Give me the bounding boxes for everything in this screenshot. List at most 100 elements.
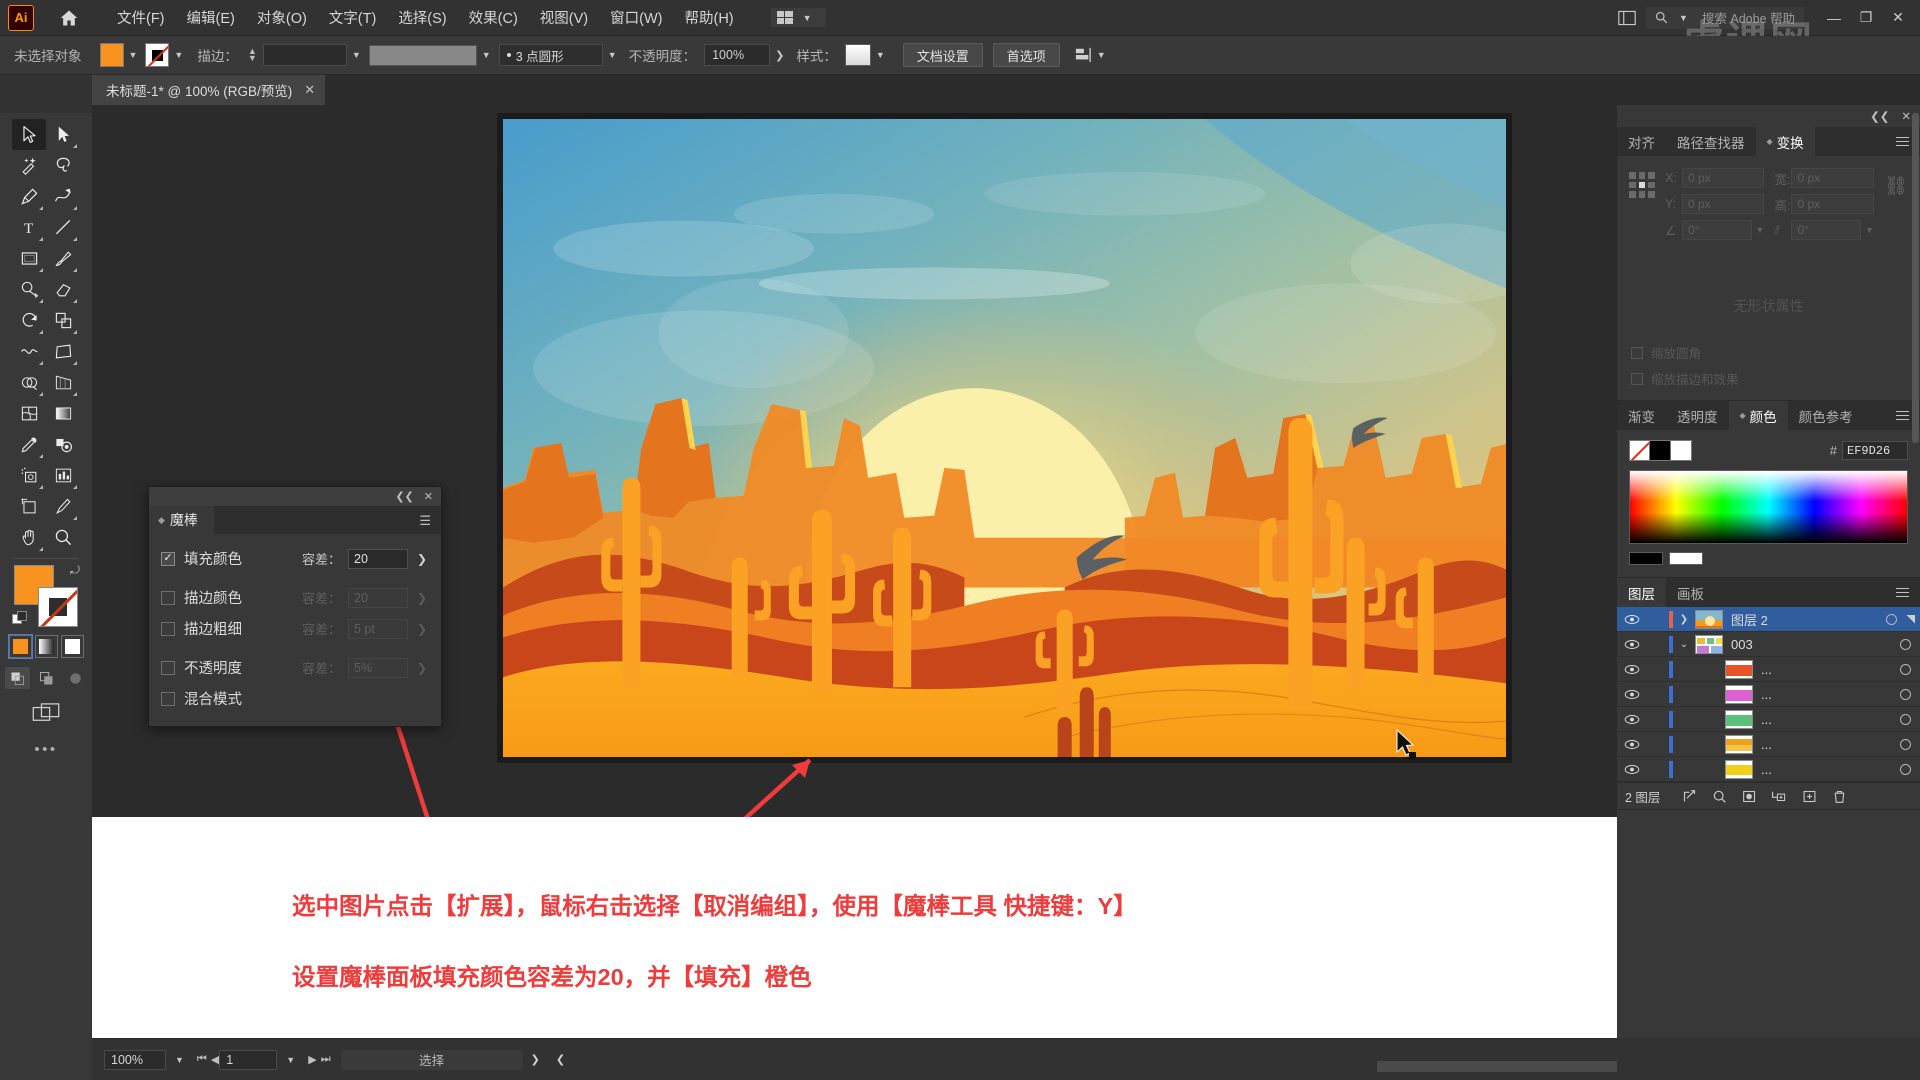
type-tool[interactable]: T	[12, 212, 46, 243]
reference-point-selector[interactable]	[1629, 172, 1655, 198]
stroke-weight-field[interactable]	[262, 44, 347, 66]
artboard[interactable]	[497, 113, 1512, 763]
document-tab[interactable]: 未标题-1* @ 100% (RGB/预览) ✕	[92, 75, 327, 105]
tab-magic-wand[interactable]: ◆ 魔棒	[149, 506, 214, 534]
next-artboard-button[interactable]: ▶	[308, 1053, 316, 1066]
eyedropper-tool[interactable]	[12, 429, 46, 460]
visibility-icon[interactable]	[1617, 664, 1647, 675]
menu-object[interactable]: 对象(O)	[246, 1, 318, 34]
stroke-color-swatch[interactable]	[145, 43, 170, 67]
chevron-down-icon[interactable]: ▼	[166, 1055, 193, 1065]
h-value[interactable]: 0 px	[1791, 194, 1874, 214]
restore-button[interactable]: ❐	[1850, 4, 1882, 32]
mw-row-stroke-color[interactable]: 描边颜色 容差： 20 ❯	[161, 582, 429, 613]
color-mode-button[interactable]	[7, 634, 33, 659]
prev-artboard-button[interactable]: ◀	[211, 1053, 219, 1066]
make-clipping-mask-icon[interactable]	[1734, 785, 1764, 807]
perspective-grid-tool[interactable]	[46, 367, 80, 398]
scale-corners-option[interactable]: 缩放圆角	[1631, 343, 1906, 362]
direct-selection-tool[interactable]	[46, 119, 80, 150]
expand-twisty-icon[interactable]: ❯	[1673, 614, 1695, 625]
object-name[interactable]: ...	[1761, 712, 1890, 727]
blend-tool[interactable]	[46, 429, 80, 460]
rotate-tool[interactable]	[12, 305, 46, 336]
menu-file[interactable]: 文件(F)	[106, 1, 176, 34]
mw-row-opacity[interactable]: 不透明度 容差： 5% ❯	[161, 652, 429, 683]
draw-behind-icon[interactable]	[34, 667, 59, 689]
toolbar-overflow-icon[interactable]: •••	[0, 741, 92, 758]
minimize-button[interactable]: —	[1818, 4, 1850, 32]
menu-type[interactable]: 文字(T)	[318, 1, 388, 34]
visibility-icon[interactable]	[1617, 614, 1647, 625]
stroke-tolerance-expand-icon[interactable]: ❯	[415, 591, 429, 605]
mesh-tool[interactable]	[12, 398, 46, 429]
draw-inside-icon[interactable]	[63, 667, 88, 689]
scale-strokes-option[interactable]: 缩放描边和效果	[1631, 369, 1906, 388]
opacity-tolerance-input[interactable]: 5%	[348, 657, 408, 678]
chevron-down-icon[interactable]: ▼	[129, 50, 138, 60]
blending-mode-checkbox[interactable]	[161, 691, 175, 706]
angle-value[interactable]: 0°	[1682, 220, 1752, 240]
tab-pathfinder[interactable]: 路径查找器	[1666, 127, 1756, 156]
weight-tolerance-input[interactable]: 5 pt	[348, 618, 408, 639]
status-text[interactable]: 选择	[340, 1049, 523, 1070]
chevron-down-icon[interactable]: ▼	[482, 50, 491, 60]
tab-transparency[interactable]: 透明度	[1666, 401, 1729, 430]
white-ramp-swatch[interactable]	[1669, 552, 1703, 565]
hex-input[interactable]: EF9D26	[1842, 441, 1908, 460]
layer-row-4[interactable]: ...	[1617, 707, 1920, 732]
tab-color-guide[interactable]: 颜色参考	[1788, 401, 1864, 430]
close-icon[interactable]: ✕	[304, 82, 315, 98]
w-value[interactable]: 0 px	[1791, 168, 1874, 188]
chevron-down-icon[interactable]: ▼	[876, 50, 885, 60]
y-value[interactable]: 0 px	[1682, 194, 1765, 214]
chevron-down-icon[interactable]: ▼	[1756, 225, 1765, 235]
color-spectrum[interactable]	[1629, 470, 1908, 544]
tab-artboards[interactable]: 画板	[1666, 578, 1715, 607]
fill-color-swatch[interactable]	[99, 43, 124, 67]
width-tool[interactable]	[12, 336, 46, 367]
document-setup-button[interactable]: 文档设置	[902, 43, 983, 67]
black-swatch[interactable]	[1650, 440, 1671, 461]
mw-row-stroke-weight[interactable]: 描边粗细 容差： 5 pt ❯	[161, 613, 429, 644]
draw-normal-icon[interactable]	[4, 667, 30, 689]
white-swatch[interactable]	[1671, 440, 1692, 461]
eraser-tool[interactable]	[46, 274, 80, 305]
tab-gradient[interactable]: 渐变	[1617, 401, 1666, 430]
symbol-sprayer-tool[interactable]	[12, 460, 46, 491]
curvature-tool[interactable]	[46, 181, 80, 212]
none-swatch[interactable]	[1629, 440, 1650, 461]
object-name[interactable]: ...	[1761, 737, 1890, 752]
tab-align[interactable]: 对齐	[1617, 127, 1666, 156]
tab-color[interactable]: ◆ 颜色	[1728, 401, 1788, 430]
visibility-icon[interactable]	[1617, 689, 1647, 700]
close-icon[interactable]: ✕	[424, 490, 433, 503]
canvas-horizontal-scrollbar[interactable]	[1377, 1061, 1617, 1072]
layer-row-3[interactable]: ...	[1617, 682, 1920, 707]
brush-definition-field[interactable]	[368, 44, 477, 66]
layer-row-5[interactable]: ...	[1617, 732, 1920, 757]
object-name[interactable]: ...	[1761, 762, 1890, 777]
find-layer-icon[interactable]	[1704, 785, 1734, 807]
paintbrush-tool[interactable]	[46, 243, 80, 274]
workspace-switcher[interactable]: ▼	[770, 8, 826, 27]
status-expand-icon[interactable]: ❯	[523, 1053, 548, 1066]
create-new-layer-icon[interactable]	[1794, 785, 1824, 807]
selection-tool[interactable]	[12, 119, 46, 150]
chevron-down-icon[interactable]: ▼	[352, 50, 361, 60]
stroke-color-checkbox[interactable]	[161, 590, 175, 605]
layer-name[interactable]: 图层 2	[1731, 610, 1876, 629]
gradient-mode-button[interactable]	[34, 635, 58, 658]
layer-row-6[interactable]: ...	[1617, 757, 1920, 782]
preferences-button[interactable]: 首选项	[992, 43, 1060, 67]
opacity-checkbox[interactable]	[161, 660, 175, 675]
close-button[interactable]: ✕	[1882, 4, 1914, 32]
layer-name[interactable]: 003	[1731, 637, 1890, 652]
line-segment-tool[interactable]	[46, 212, 80, 243]
opacity-field[interactable]: 100%	[704, 44, 771, 66]
canvas-vertical-scrollbar[interactable]	[1910, 105, 1920, 1038]
chevron-down-icon[interactable]: ▼	[174, 50, 183, 60]
artboard-number-input[interactable]: 1	[219, 1049, 278, 1070]
mw-row-fill-color[interactable]: ✓ 填充颜色 容差： 20 ❯	[161, 543, 429, 574]
menu-window[interactable]: 窗口(W)	[599, 1, 673, 34]
